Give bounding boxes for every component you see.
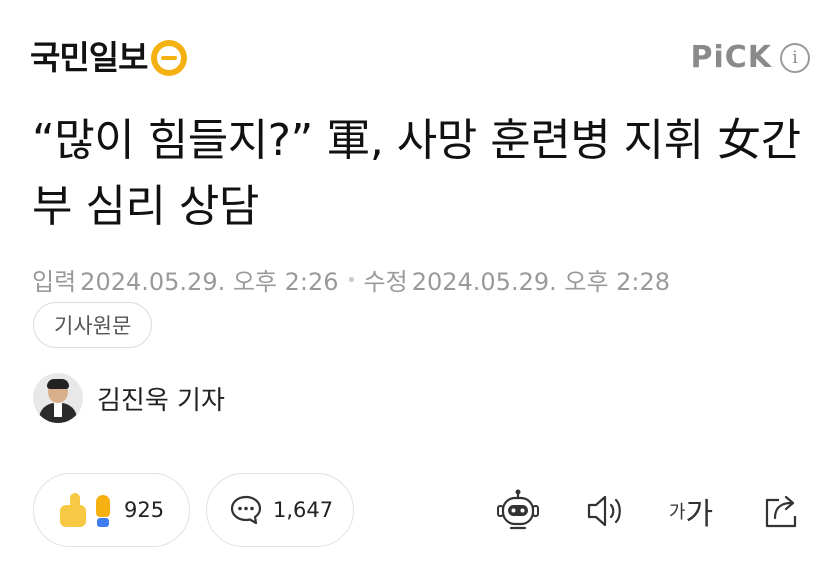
reaction-emoji-icon bbox=[56, 493, 114, 527]
original-article-button[interactable]: 기사원문 bbox=[33, 302, 153, 348]
text-to-speech-button[interactable] bbox=[580, 487, 628, 535]
author-avatar[interactable] bbox=[33, 373, 83, 423]
logo[interactable]: 국민일보 bbox=[30, 36, 188, 80]
published-label: 입력 bbox=[32, 268, 77, 296]
header: 국민일보 PiCK i bbox=[0, 0, 840, 100]
published-time: 2024.05.29. 오후 2:26 bbox=[80, 268, 339, 296]
modified-time: 2024.05.29. 오후 2:28 bbox=[411, 268, 671, 296]
comment-count: 1,647 bbox=[273, 498, 334, 522]
font-size-button[interactable]: 가가 bbox=[667, 487, 715, 535]
share-button[interactable] bbox=[758, 487, 806, 535]
thumbs-up-icon bbox=[56, 493, 90, 527]
separator-dot bbox=[348, 277, 354, 282]
modified-label: 수정 bbox=[363, 268, 408, 296]
pick-label: PiCK bbox=[690, 40, 772, 75]
ai-summary-button[interactable] bbox=[494, 487, 542, 535]
comment-button[interactable]: 1,647 bbox=[206, 473, 354, 547]
info-icon[interactable]: i bbox=[780, 43, 810, 73]
share-icon bbox=[765, 495, 797, 528]
font-size-large-label: 가 bbox=[685, 497, 714, 532]
pick-badge[interactable]: PiCK i bbox=[690, 40, 810, 76]
robot-icon bbox=[497, 489, 539, 530]
comment-bubble-icon bbox=[230, 495, 262, 525]
author-byline[interactable]: 김진욱 기자 bbox=[33, 373, 225, 423]
article-title: “많이 힘들지?” 軍, 사망 훈련병 지휘 女간부 심리 상담 bbox=[32, 115, 801, 232]
article-dates: 입력 2024.05.29. 오후 2:26 수정 2024.05.29. 오후… bbox=[32, 262, 670, 297]
author-name[interactable]: 김진욱 기자 bbox=[97, 380, 225, 417]
exclamation-icon bbox=[92, 493, 114, 527]
reaction-button[interactable]: 925 bbox=[33, 473, 190, 547]
reaction-count: 925 bbox=[124, 498, 165, 522]
font-size-small-label: 가 bbox=[668, 502, 686, 523]
speaker-icon bbox=[587, 495, 621, 527]
logo-text: 국민일보 bbox=[30, 38, 148, 77]
logo-mark-icon bbox=[151, 40, 188, 76]
